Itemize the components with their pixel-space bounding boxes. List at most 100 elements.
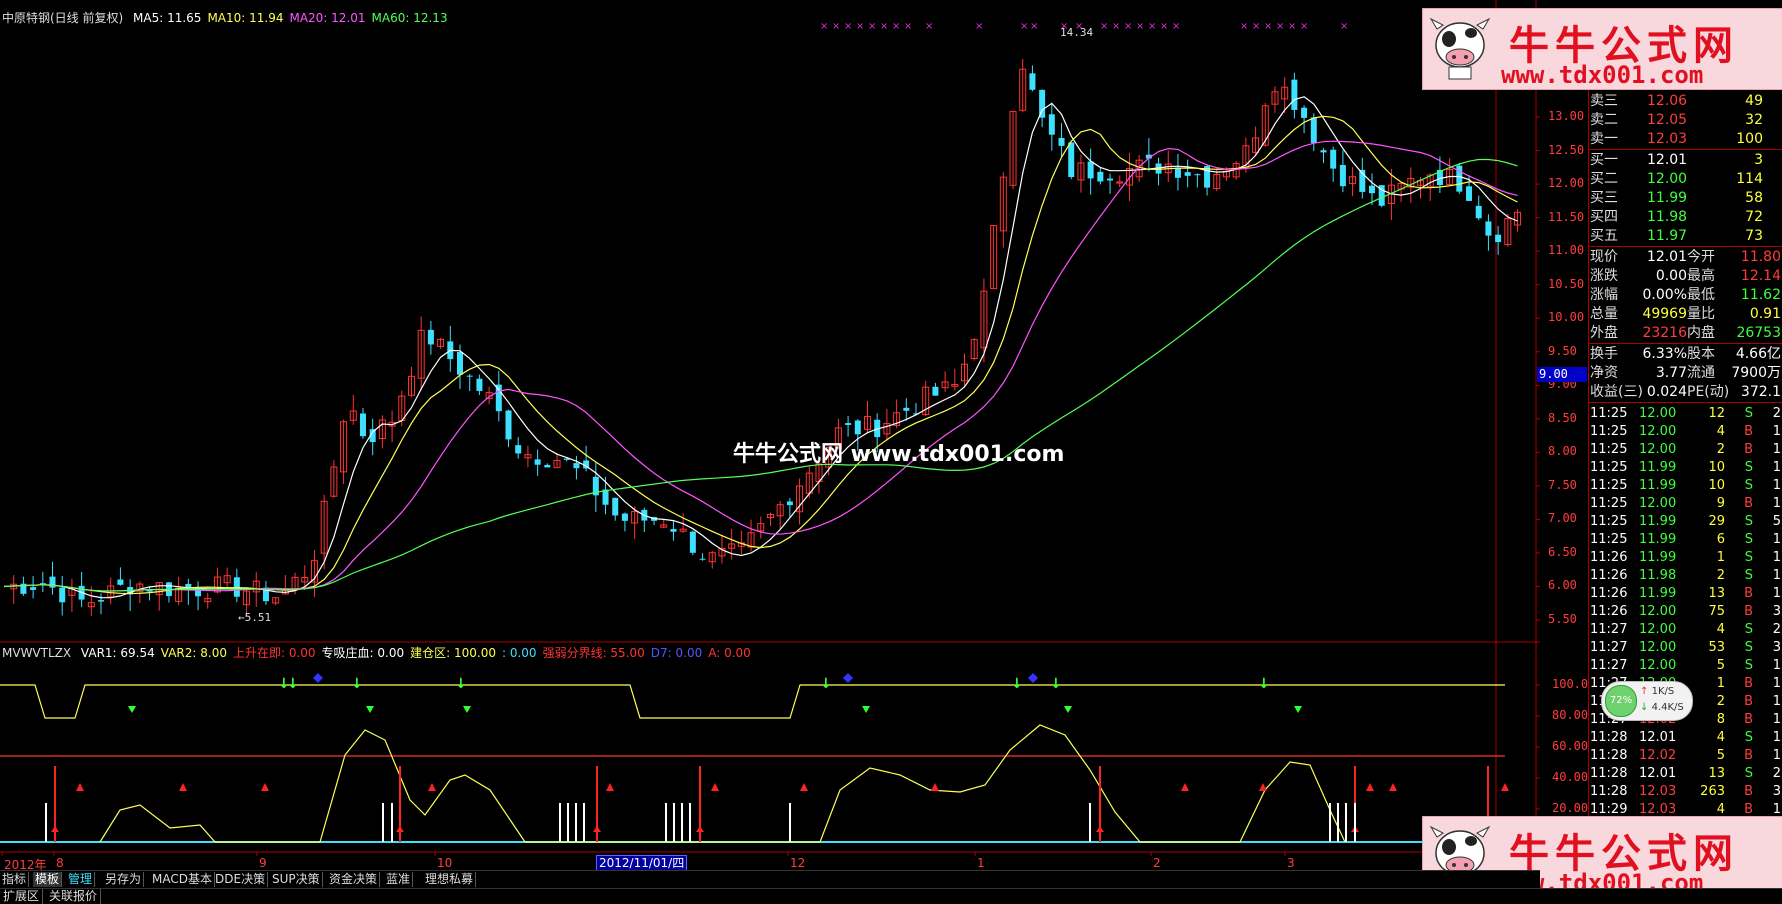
toolbar-button-0[interactable]: 指标 xyxy=(0,872,30,887)
tick-side: B xyxy=(1744,424,1753,439)
rise-triangle-icon xyxy=(261,783,269,791)
finance-label: 流通 xyxy=(1687,365,1715,381)
toolbar-button-4[interactable]: MACD基本 xyxy=(150,872,215,887)
buy-arrow-icon: ↓ xyxy=(1050,676,1062,692)
tick-row: 11:25 12.00 12 S 2 xyxy=(1589,404,1782,423)
ask-label: 卖三 xyxy=(1590,93,1618,109)
bid-row: 买五 11.97 73 xyxy=(1589,227,1782,246)
tick-price: 12.03 xyxy=(1639,784,1677,799)
tick-volume: 13 xyxy=(1708,586,1725,601)
status-bar: 扩展区 关联报价 xyxy=(0,888,1782,904)
finance-row: 净资 3.77 流通 7900万 xyxy=(1589,364,1782,383)
speed-widget[interactable]: 72% ↑ 1K/S ↓ 4.4K/S xyxy=(1601,681,1693,721)
tick-side: S xyxy=(1744,730,1753,745)
tick-volume: 6 xyxy=(1716,532,1725,547)
indicator-tick-label: 20.00 xyxy=(1552,801,1589,815)
tick-row: 11:26 11.99 13 B 1 xyxy=(1589,584,1782,603)
bid-price: 11.98 xyxy=(1647,209,1688,225)
toolbar-button-9[interactable]: 理想私募 xyxy=(423,872,477,887)
rise-arrow-icon xyxy=(1096,826,1104,832)
price-tick-label: 9.50 xyxy=(1548,343,1577,358)
price-tick-label: 5.50 xyxy=(1548,612,1577,626)
signal-x-mark: × xyxy=(856,21,864,32)
signal-x-mark: × xyxy=(1300,21,1308,32)
tick-time: 11:27 xyxy=(1590,658,1628,673)
tick-row: 11:27 12.00 4 S 2 xyxy=(1589,620,1782,639)
up-arrow-icon: ↑ xyxy=(1640,686,1649,697)
sell-triangle-icon xyxy=(1064,706,1072,713)
bid-label: 买三 xyxy=(1590,190,1618,206)
tick-count: 2 xyxy=(1772,622,1781,637)
candle-body-down xyxy=(621,513,628,521)
bid-volume: 114 xyxy=(1736,171,1763,187)
toolbar-button-2[interactable]: 管理 xyxy=(66,872,96,887)
low-price-label: ←5.51 xyxy=(238,611,272,624)
signal-x-mark: × xyxy=(880,21,888,32)
status-button-1[interactable]: 关联报价 xyxy=(46,889,102,904)
finance-row: 换手 6.33% 股本 4.66亿 xyxy=(1589,345,1782,364)
tick-volume: 8 xyxy=(1716,712,1725,727)
buy-arrow-icon: ↓ xyxy=(1258,676,1270,692)
bid-volume: 72 xyxy=(1745,209,1763,225)
status-button-0[interactable]: 扩展区 xyxy=(0,889,44,904)
tick-count: 5 xyxy=(1772,514,1781,529)
signal-x-mark: × xyxy=(892,21,900,32)
buy-arrow-icon: ↓ xyxy=(820,676,832,692)
candle-body-down xyxy=(573,463,580,469)
candle-body-down xyxy=(1301,107,1308,118)
tick-price: 11.99 xyxy=(1639,586,1677,601)
tick-side: B xyxy=(1744,694,1753,709)
stat-value: 11.62 xyxy=(1740,287,1781,303)
indicator-tick-label: 40.00 xyxy=(1552,770,1589,784)
tick-side: S xyxy=(1744,766,1753,781)
tick-side: S xyxy=(1744,622,1753,637)
signal-x-mark: × xyxy=(1148,21,1156,32)
tick-row: 11:28 12.01 13 S 2 xyxy=(1589,764,1782,783)
build-zone-line xyxy=(0,684,1505,719)
cow-mascot-icon xyxy=(1429,15,1491,81)
bid-volume: 58 xyxy=(1745,190,1763,206)
signal-x-mark: × xyxy=(1160,21,1168,32)
candle-body-down xyxy=(117,579,124,585)
toolbar-button-3[interactable]: 另存为 xyxy=(103,872,145,887)
time-tick-label: 8 xyxy=(56,856,64,870)
bid-row: 买四 11.98 72 xyxy=(1589,208,1782,227)
tick-row: 11:28 12.02 5 B 1 xyxy=(1589,746,1782,765)
tick-price: 11.99 xyxy=(1639,514,1677,529)
signal-x-mark: × xyxy=(1100,21,1108,32)
tick-row: 11:25 11.99 10 S 1 xyxy=(1589,476,1782,495)
signal-x-mark: × xyxy=(975,21,983,32)
tick-volume: 29 xyxy=(1708,514,1725,529)
kline-svg[interactable]: × × × × × × × × × × × × × × × × × × × × × × × × × × × × ↓↓ ↓ ↓ ↓ ↓ ↓ ↓ xyxy=(0,0,1542,858)
tick-volume: 53 xyxy=(1708,640,1725,655)
tick-time: 11:25 xyxy=(1590,424,1628,439)
finance-label: 净资 xyxy=(1590,365,1618,381)
bid-volume: 73 xyxy=(1745,228,1763,244)
stat-value: 49969 xyxy=(1642,306,1687,322)
rise-arrow-icon xyxy=(51,826,59,832)
ask-volume: 100 xyxy=(1736,131,1763,147)
toolbar-button-8[interactable]: 蓝准 xyxy=(384,872,414,887)
tick-volume: 2 xyxy=(1716,442,1725,457)
tick-count: 1 xyxy=(1772,550,1781,565)
rise-triangle-icon xyxy=(606,783,614,791)
tick-time: 11:25 xyxy=(1590,406,1628,421)
toolbar-button-1[interactable]: 模板 xyxy=(33,872,63,887)
toolbar-button-5[interactable]: DDE决策 xyxy=(213,872,269,887)
stat-row: 现价 12.01 今开 11.80 xyxy=(1589,248,1782,267)
finance-value: 0.024 xyxy=(1646,384,1687,400)
tick-price: 12.00 xyxy=(1639,406,1677,421)
candle-body-down xyxy=(786,501,793,506)
stat-label: 最高 xyxy=(1687,268,1715,284)
signal-x-mark: × xyxy=(1252,21,1260,32)
price-tick-label: 8.00 xyxy=(1548,444,1577,459)
price-tick-label: 11.50 xyxy=(1548,209,1585,224)
tick-count: 2 xyxy=(1772,766,1781,781)
tick-count: 1 xyxy=(1772,442,1781,457)
stat-row: 涨跌 0.00 最高 12.14 xyxy=(1589,267,1782,286)
indicator-item-3: 专吸庄血: 0.00 xyxy=(321,646,405,660)
chart-area[interactable]: × × × × × × × × × × × × × × × × × × × × × × × × × × × × ↓ ↓ ↓ ↓ ↓ ↓ ↓ ↓ xyxy=(0,0,1542,858)
toolbar-button-7[interactable]: 资金决策 xyxy=(327,872,381,887)
tick-side: B xyxy=(1744,784,1753,799)
toolbar-button-6[interactable]: SUP决策 xyxy=(270,872,323,887)
